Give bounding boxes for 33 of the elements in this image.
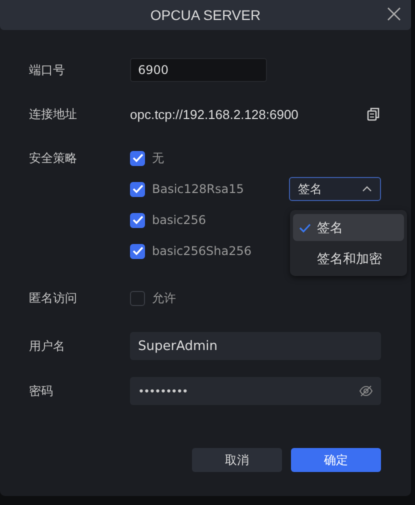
- caret-icon: [362, 186, 372, 192]
- checkbox-label: basic256Sha256: [152, 244, 252, 258]
- checkbox[interactable]: [130, 290, 145, 306]
- port-field[interactable]: 6900: [130, 58, 267, 82]
- cancel-button[interactable]: 取消: [192, 448, 282, 472]
- checkbox-label: 无: [152, 150, 164, 166]
- checkbox[interactable]: [130, 212, 145, 228]
- copy-button[interactable]: [367, 107, 380, 121]
- field-label: 密码: [29, 382, 54, 400]
- checkbox-label: 允许: [152, 290, 176, 306]
- field-label: 用户名: [29, 338, 66, 354]
- dropdown-item[interactable]: 签名: [293, 214, 404, 241]
- close-button[interactable]: [387, 7, 401, 21]
- field-label: 连接地址: [29, 106, 78, 122]
- check-icon: [299, 222, 311, 232]
- close-icon: [387, 7, 401, 21]
- copy-icon: [367, 107, 380, 121]
- field-label: 端口号: [29, 62, 66, 78]
- field-label: 匿名访问: [29, 290, 78, 306]
- password-field[interactable]: •••••••••: [130, 377, 381, 405]
- field-label: 安全策略: [29, 150, 78, 167]
- password-value: •••••••••: [138, 384, 188, 398]
- eye-slash-icon: [359, 385, 373, 397]
- address-text: opc.tcp://192.168.2.128:6900: [130, 106, 298, 122]
- window-title: OPCUA SERVER: [150, 7, 261, 23]
- dropdown-item[interactable]: 签名和加密: [293, 245, 404, 272]
- username-field[interactable]: SuperAdmin: [130, 332, 381, 360]
- confirm-button[interactable]: 确定: [291, 448, 381, 472]
- checkbox[interactable]: [130, 182, 145, 196]
- checkbox-label: Basic128Rsa15: [152, 182, 244, 196]
- checkbox[interactable]: [130, 150, 145, 166]
- checkbox-label: basic256: [152, 213, 206, 227]
- checkbox[interactable]: [130, 244, 145, 258]
